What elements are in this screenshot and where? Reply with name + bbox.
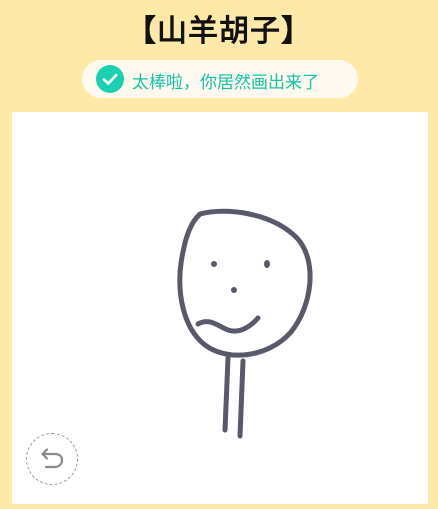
check-icon <box>96 65 124 93</box>
page-title: 【山羊胡子】 <box>126 14 312 49</box>
left-eye-dot <box>211 261 217 267</box>
goatee-stroke <box>195 315 261 334</box>
left-leg-stroke <box>222 355 231 433</box>
result-banner: 太棒啦，你居然画出来了 <box>82 60 358 98</box>
head-stroke <box>177 208 313 358</box>
undo-icon <box>41 448 64 469</box>
result-message: 太棒啦，你居然画出来了 <box>132 73 319 93</box>
drawing-canvas[interactable] <box>12 112 428 504</box>
undo-button[interactable] <box>26 433 78 485</box>
nose-dot <box>231 287 237 293</box>
right-eye-dot <box>264 260 270 268</box>
right-leg-stroke <box>237 358 246 439</box>
